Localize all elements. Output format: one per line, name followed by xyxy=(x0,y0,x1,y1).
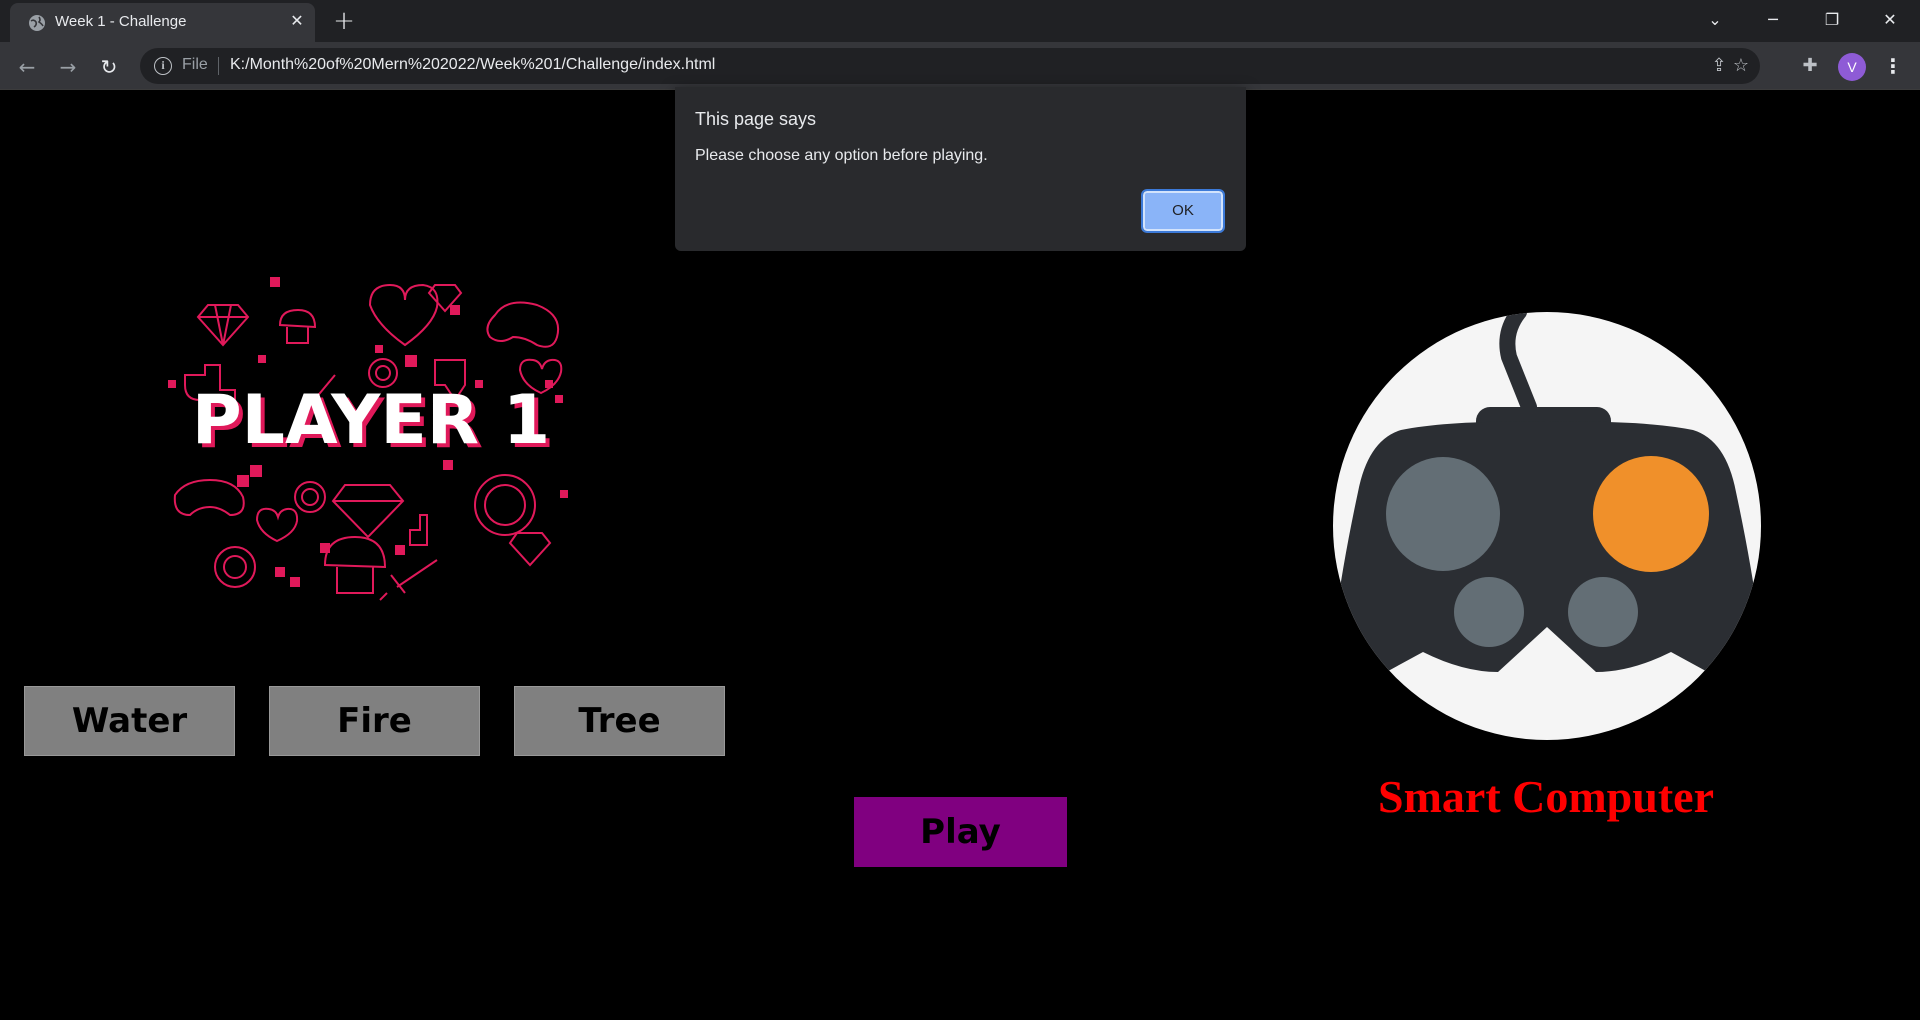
address-bar[interactable]: i File K:/Month%20of%20Mern%202022/Week%… xyxy=(140,48,1760,84)
forward-button[interactable]: → xyxy=(53,52,83,82)
tab-bar: Week 1 - Challenge ✕ + ⌄ ─ ❐ ✕ xyxy=(0,0,1920,42)
close-window-button[interactable]: ✕ xyxy=(1870,4,1910,36)
game-controller-icon xyxy=(1333,312,1761,740)
browser-tab[interactable]: Week 1 - Challenge ✕ xyxy=(10,3,315,42)
computer-label: Smart Computer xyxy=(1378,771,1714,822)
url-text[interactable]: K:/Month%20of%20Mern%202022/Week%201/Cha… xyxy=(230,56,715,74)
minimize-button[interactable]: ─ xyxy=(1753,4,1793,36)
water-button[interactable]: Water xyxy=(24,686,235,756)
toolbar: ← → ↻ i File K:/Month%20of%20Mern%202022… xyxy=(0,42,1920,90)
separator xyxy=(218,57,219,75)
tab-title: Week 1 - Challenge xyxy=(55,13,187,30)
menu-icon[interactable]: ⋮ xyxy=(1880,53,1906,79)
new-tab-button[interactable]: + xyxy=(330,8,358,36)
reload-button[interactable]: ↻ xyxy=(94,52,124,82)
close-tab-icon[interactable]: ✕ xyxy=(286,10,308,32)
player-1-image: PLAYER 1 PLAYER 1 xyxy=(168,277,568,601)
dialog-message: Please choose any option before playing. xyxy=(695,147,988,164)
tab-search-icon[interactable]: ⌄ xyxy=(1695,4,1735,36)
profile-avatar[interactable]: V xyxy=(1838,53,1866,81)
fire-button[interactable]: Fire xyxy=(269,686,480,756)
player-title: PLAYER 1 xyxy=(192,381,550,460)
play-button[interactable]: Play xyxy=(854,797,1067,867)
info-icon[interactable]: i xyxy=(154,57,172,75)
restore-button[interactable]: ❐ xyxy=(1812,4,1852,36)
ok-button[interactable]: OK xyxy=(1141,189,1225,233)
extensions-icon[interactable]: ✚ xyxy=(1797,53,1823,79)
bookmark-star-icon[interactable]: ☆ xyxy=(1730,56,1752,78)
dialog-title: This page says xyxy=(695,109,817,129)
tree-button[interactable]: Tree xyxy=(514,686,725,756)
back-button[interactable]: ← xyxy=(12,52,42,82)
globe-icon xyxy=(29,15,45,31)
share-icon[interactable]: ⇪ xyxy=(1708,56,1730,78)
alert-dialog: This page says Please choose any option … xyxy=(675,87,1246,251)
file-label: File xyxy=(182,56,208,73)
